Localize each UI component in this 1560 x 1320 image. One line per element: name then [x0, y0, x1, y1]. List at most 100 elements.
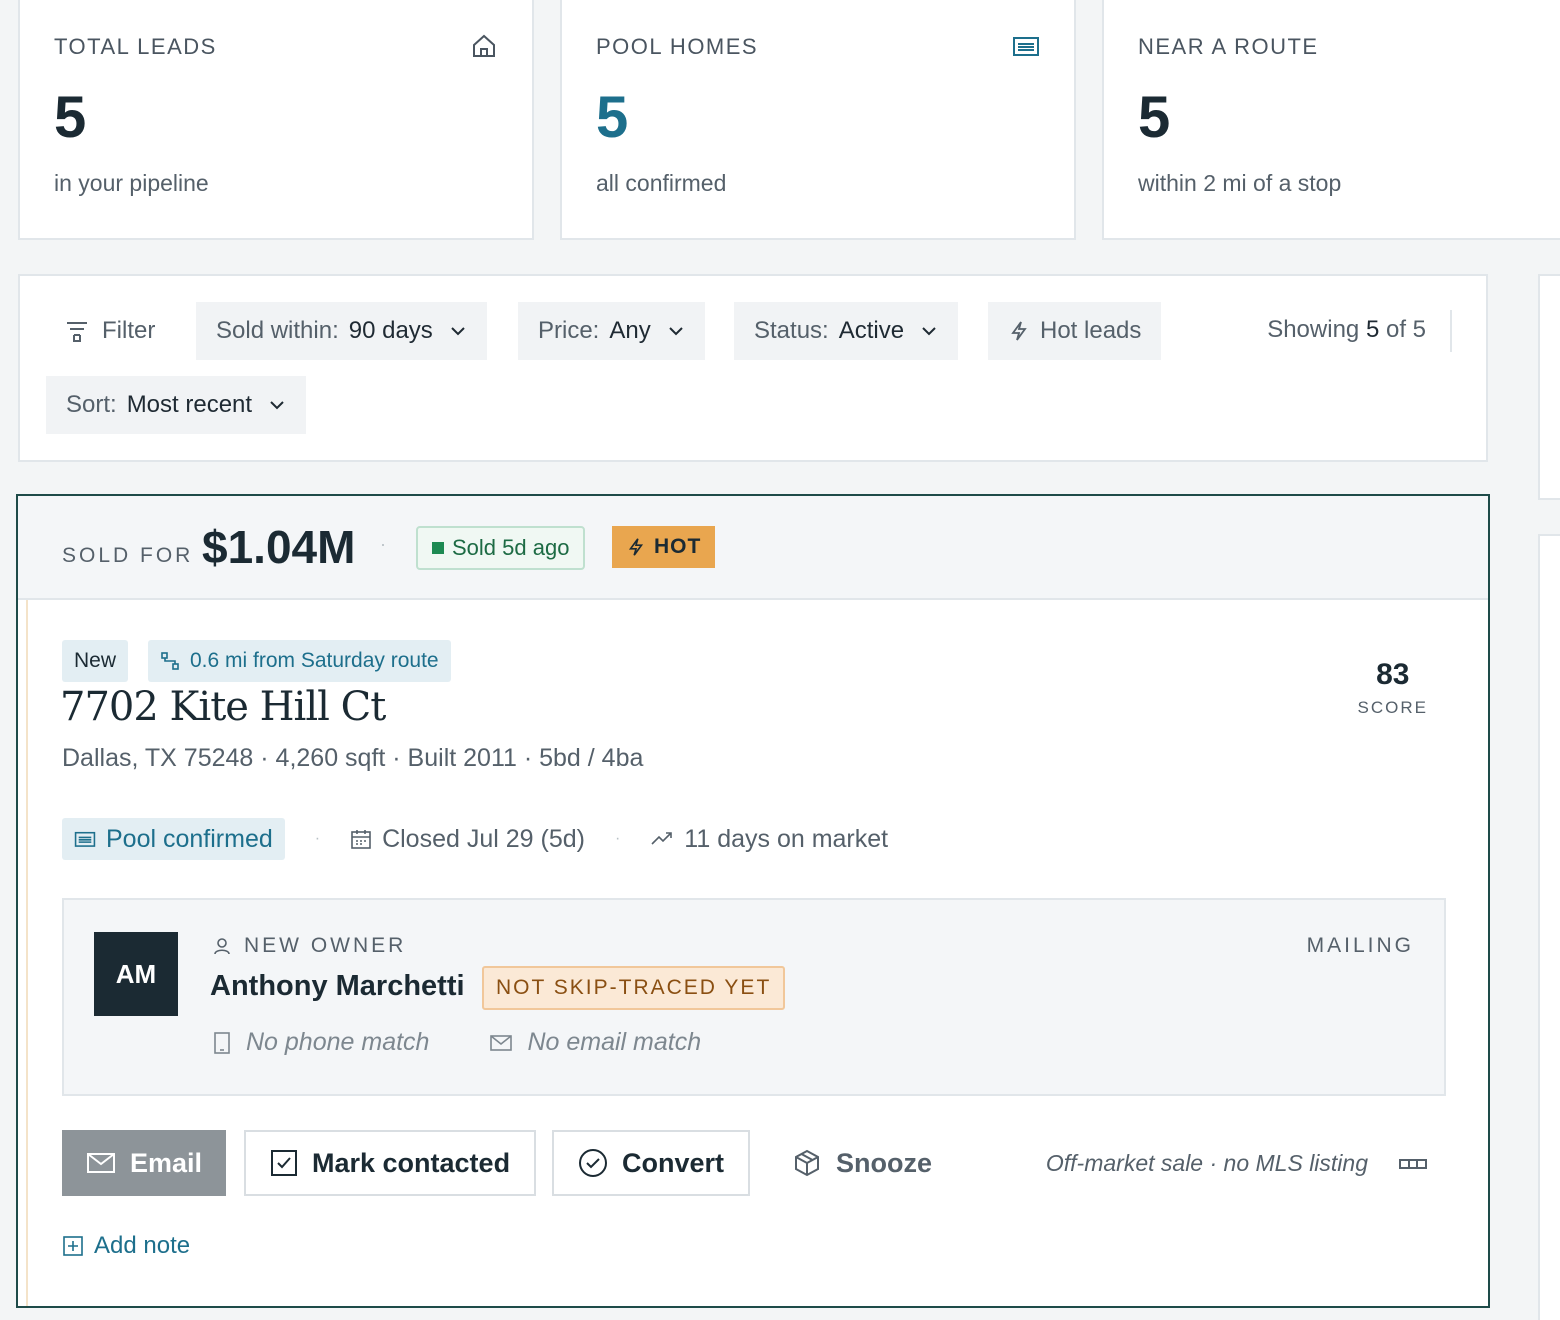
hot-leads-toggle[interactable]: Hot leads — [988, 302, 1162, 360]
stat-label: TOTAL LEADS — [54, 34, 217, 59]
side-panel — [1538, 274, 1560, 500]
showing-number: 5 — [1365, 316, 1380, 343]
hot-leads-label: Hot leads — [1040, 317, 1142, 344]
stat-label: POOL HOMES — [596, 34, 759, 59]
filter-button[interactable]: Filter — [64, 314, 155, 348]
mark-contacted-button[interactable]: Mark contacted — [244, 1130, 537, 1196]
owner-contact-row: No phone match No email match — [212, 1028, 701, 1057]
route-distance-text: 0.6 mi from Saturday route — [190, 649, 439, 672]
add-note-label: Add note — [94, 1232, 191, 1259]
pool-icon — [74, 828, 96, 850]
showing-count: Showing 5 of 5 — [1267, 316, 1426, 344]
email-status: No email match — [527, 1028, 702, 1056]
mail-icon — [489, 1033, 513, 1053]
phone-icon — [212, 1031, 232, 1055]
price-dropdown[interactable]: Price: Any — [518, 302, 705, 360]
stat-label: NEAR A ROUTE — [1138, 34, 1319, 59]
sold-within-label: Sold within: — [216, 317, 339, 344]
mail-icon — [86, 1151, 116, 1175]
email-button[interactable]: Email — [62, 1130, 227, 1196]
skip-trace-badge: NOT SKIP-TRACED YET — [482, 966, 786, 1010]
mark-contacted-label: Mark contacted — [312, 1147, 511, 1178]
stat-card-near-route: NEAR A ROUTE 5 within 2 mi of a stop — [1102, 0, 1560, 240]
side-panel — [1538, 534, 1560, 1320]
add-note-button[interactable]: Add note — [62, 1232, 190, 1260]
filter-bar: Filter Sold within: 90 days Price: Any S… — [18, 274, 1488, 462]
pool-icon — [1012, 32, 1040, 60]
phone-status: No phone match — [246, 1028, 430, 1056]
convert-label: Convert — [622, 1147, 725, 1178]
checkbox-icon — [270, 1149, 298, 1177]
sort-dropdown[interactable]: Sort: Most recent — [46, 376, 307, 434]
separator-dot: · — [314, 830, 321, 847]
price-value: Any — [609, 317, 651, 344]
box-icon — [792, 1148, 822, 1178]
score-value: 83 — [1376, 658, 1410, 691]
chevron-down-icon — [449, 322, 467, 340]
days-on-market: 11 days on market — [650, 825, 888, 854]
stat-value: 5 — [54, 85, 87, 150]
showing-suffix: of 5 — [1385, 316, 1426, 343]
hot-badge: HOT — [612, 526, 716, 568]
pool-text: Pool confirmed — [106, 824, 273, 853]
lead-meta: Dallas, TX 75248 · 4,260 sqft · Built 20… — [62, 744, 644, 772]
stat-card-pool-homes: POOL HOMES 5 all confirmed — [560, 0, 1076, 240]
bolt-icon — [626, 537, 646, 557]
lead-accent-bar — [18, 600, 28, 1306]
lead-facts: Pool confirmed · Closed Jul 29 (5d) · 11… — [62, 818, 888, 860]
lead-score: 83 SCORE — [1358, 658, 1428, 718]
sold-badge: Sold 5d ago — [416, 526, 586, 570]
convert-button[interactable]: Convert — [552, 1130, 751, 1196]
stat-sub: within 2 mi of a stop — [1138, 170, 1342, 196]
closed-date: Closed Jul 29 (5d) — [350, 825, 585, 854]
trend-up-icon — [650, 828, 674, 850]
lead-address[interactable]: 7702 Kite Hill Ct — [60, 684, 386, 730]
email-button-label: Email — [130, 1147, 203, 1178]
stat-value: 5 — [1138, 85, 1171, 150]
status-square-icon — [432, 542, 444, 554]
chevron-down-icon — [268, 396, 286, 414]
filter-label: Filter — [102, 317, 156, 344]
separator-dot: · — [614, 830, 621, 847]
status-label: Status: — [754, 317, 829, 344]
person-icon — [212, 936, 232, 956]
status-value: Active — [838, 317, 905, 344]
closed-text: Closed Jul 29 (5d) — [382, 824, 585, 853]
hot-badge-text: HOT — [654, 535, 702, 558]
chevron-down-icon — [920, 322, 938, 340]
owner-name[interactable]: Anthony Marchetti — [210, 970, 465, 1003]
sold-within-value: 90 days — [348, 317, 433, 344]
sort-value: Most recent — [126, 391, 253, 418]
lead-header: SOLD FOR $1.04M · Sold 5d ago HOT — [18, 496, 1488, 600]
sold-badge-text: Sold 5d ago — [452, 535, 570, 560]
plus-box-icon — [62, 1235, 84, 1257]
stat-sub: all confirmed — [596, 170, 727, 196]
owner-panel: AM NEW OWNER Anthony Marchetti NOT SKIP-… — [62, 898, 1446, 1096]
sold-for-label: SOLD FOR — [62, 544, 194, 567]
sold-within-dropdown[interactable]: Sold within: 90 days — [196, 302, 487, 360]
stat-card-total-leads: TOTAL LEADS 5 in your pipeline — [18, 0, 534, 240]
offmarket-note: Off-market sale · no MLS listing — [1045, 1150, 1368, 1176]
bolt-icon — [1008, 320, 1030, 342]
score-label: SCORE — [1357, 698, 1428, 717]
showing-prefix: Showing — [1267, 316, 1360, 343]
sort-label: Sort: — [66, 391, 117, 418]
route-icon — [160, 651, 180, 671]
calendar-icon — [350, 828, 372, 850]
days-on-market-text: 11 days on market — [684, 824, 889, 853]
owner-label: NEW OWNER — [212, 934, 406, 958]
pool-confirmed-tag: Pool confirmed — [62, 818, 285, 860]
mailing-label[interactable]: MAILING — [1307, 934, 1414, 958]
chevron-down-icon — [667, 322, 685, 340]
stat-sub: in your pipeline — [54, 170, 209, 196]
more-options-icon[interactable] — [1398, 1158, 1428, 1170]
price-label: Price: — [538, 317, 600, 344]
route-distance-tag: 0.6 mi from Saturday route — [148, 640, 451, 682]
snooze-button[interactable]: Snooze — [778, 1130, 946, 1196]
sold-price: $1.04M — [202, 521, 356, 573]
lead-card[interactable]: SOLD FOR $1.04M · Sold 5d ago HOT New 0.… — [16, 494, 1490, 1308]
check-circle-icon — [578, 1148, 608, 1178]
status-dropdown[interactable]: Status: Active — [734, 302, 959, 360]
new-tag: New — [62, 640, 129, 682]
home-icon — [470, 32, 498, 60]
